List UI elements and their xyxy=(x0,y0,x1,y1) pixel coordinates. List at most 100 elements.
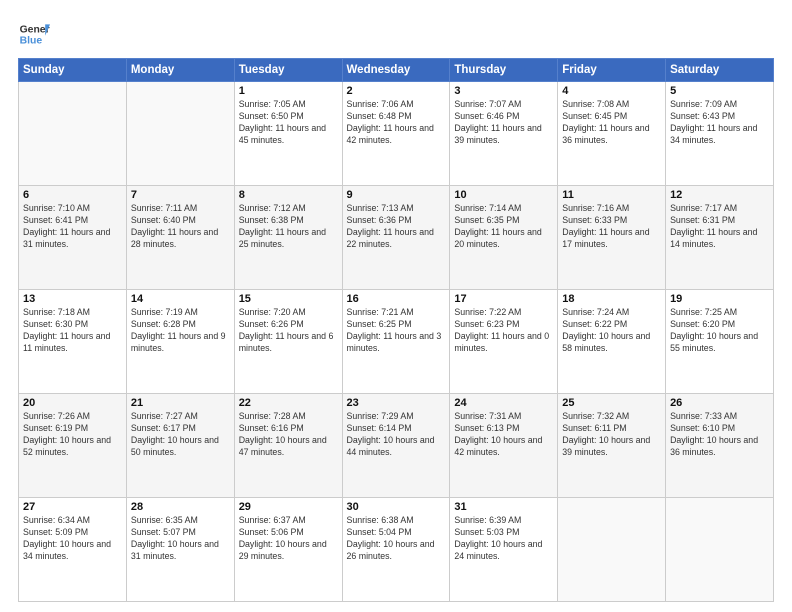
cell-info: Sunrise: 7:24 AM Sunset: 6:22 PM Dayligh… xyxy=(562,307,661,355)
calendar-cell: 16Sunrise: 7:21 AM Sunset: 6:25 PM Dayli… xyxy=(342,290,450,394)
day-number: 24 xyxy=(454,397,553,409)
calendar-cell: 30 Sunrise: 6:38 AM Sunset: 5:04 PM Dayli… xyxy=(342,498,450,602)
cell-info: Sunrise: 7:26 AM Sunset: 6:19 PM Dayligh… xyxy=(23,411,122,459)
day-number: 8 xyxy=(239,189,338,201)
calendar-cell: 13Sunrise: 7:18 AM Sunset: 6:30 PM Dayli… xyxy=(19,290,127,394)
calendar-header-row: SundayMondayTuesdayWednesdayThursdayFrid… xyxy=(19,59,774,82)
cell-info: Sunrise: 7:32 AM Sunset: 6:11 PM Dayligh… xyxy=(562,411,661,459)
cell-info: Sunrise: 7:25 AM Sunset: 6:20 PM Dayligh… xyxy=(670,307,769,355)
day-number: 19 xyxy=(670,293,769,305)
day-number: 30 xyxy=(347,501,446,513)
cell-info: Sunrise: 7:16 AM Sunset: 6:33 PM Dayligh… xyxy=(562,203,661,251)
day-number: 17 xyxy=(454,293,553,305)
day-number: 10 xyxy=(454,189,553,201)
day-number: 11 xyxy=(562,189,661,201)
calendar-cell: 4Sunrise: 7:08 AM Sunset: 6:45 PM Daylig… xyxy=(558,82,666,186)
calendar-cell: 10 Sunrise: 7:14 AM Sunset: 6:35 PM Dayli… xyxy=(450,186,558,290)
cell-info: Sunrise: 7:29 AM Sunset: 6:14 PM Dayligh… xyxy=(347,411,446,459)
cell-info: Sunrise: 7:07 AM Sunset: 6:46 PM Dayligh… xyxy=(454,99,553,147)
logo: General Blue xyxy=(18,18,50,50)
cell-info: Sunrise: 7:19 AM Sunset: 6:28 PM Dayligh… xyxy=(131,307,230,355)
day-number: 25 xyxy=(562,397,661,409)
header: General Blue xyxy=(18,18,774,50)
calendar-cell: 20 Sunrise: 7:26 AM Sunset: 6:19 PM Dayli… xyxy=(19,394,127,498)
cell-info: Sunrise: 7:10 AM Sunset: 6:41 PM Dayligh… xyxy=(23,203,122,251)
cell-info: Sunrise: 6:39 AM Sunset: 5:03 PM Dayligh… xyxy=(454,515,553,563)
day-number: 21 xyxy=(131,397,230,409)
calendar-cell: 24Sunrise: 7:31 AM Sunset: 6:13 PM Dayli… xyxy=(450,394,558,498)
cell-info: Sunrise: 7:14 AM Sunset: 6:35 PM Dayligh… xyxy=(454,203,553,251)
cell-info: Sunrise: 6:34 AM Sunset: 5:09 PM Dayligh… xyxy=(23,515,122,563)
day-number: 1 xyxy=(239,85,338,97)
day-number: 27 xyxy=(23,501,122,513)
calendar-cell: 14 Sunrise: 7:19 AM Sunset: 6:28 PM Dayli… xyxy=(126,290,234,394)
day-number: 28 xyxy=(131,501,230,513)
calendar-cell: 26 Sunrise: 7:33 AM Sunset: 6:10 PM Dayli… xyxy=(666,394,774,498)
calendar-cell: 15 Sunrise: 7:20 AM Sunset: 6:26 PM Dayli… xyxy=(234,290,342,394)
day-number: 7 xyxy=(131,189,230,201)
day-header-saturday: Saturday xyxy=(666,59,774,82)
cell-info: Sunrise: 7:27 AM Sunset: 6:17 PM Dayligh… xyxy=(131,411,230,459)
calendar-cell: 9Sunrise: 7:13 AM Sunset: 6:36 PM Daylig… xyxy=(342,186,450,290)
cell-info: Sunrise: 7:06 AM Sunset: 6:48 PM Dayligh… xyxy=(347,99,446,147)
day-number: 3 xyxy=(454,85,553,97)
cell-info: Sunrise: 7:12 AM Sunset: 6:38 PM Dayligh… xyxy=(239,203,338,251)
calendar-cell: 8 Sunrise: 7:12 AM Sunset: 6:38 PM Daylig… xyxy=(234,186,342,290)
calendar-cell: 3 Sunrise: 7:07 AM Sunset: 6:46 PM Daylig… xyxy=(450,82,558,186)
day-header-friday: Friday xyxy=(558,59,666,82)
cell-info: Sunrise: 7:09 AM Sunset: 6:43 PM Dayligh… xyxy=(670,99,769,147)
day-number: 14 xyxy=(131,293,230,305)
day-header-thursday: Thursday xyxy=(450,59,558,82)
svg-text:Blue: Blue xyxy=(20,36,43,47)
calendar-cell: 23 Sunrise: 7:29 AM Sunset: 6:14 PM Dayli… xyxy=(342,394,450,498)
calendar-cell: 5 Sunrise: 7:09 AM Sunset: 6:43 PM Daylig… xyxy=(666,82,774,186)
calendar-cell: 21 Sunrise: 7:27 AM Sunset: 6:17 PM Dayli… xyxy=(126,394,234,498)
logo-icon: General Blue xyxy=(18,18,50,50)
calendar-cell: 11 Sunrise: 7:16 AM Sunset: 6:33 PM Dayli… xyxy=(558,186,666,290)
calendar-cell: 29Sunrise: 6:37 AM Sunset: 5:06 PM Dayli… xyxy=(234,498,342,602)
calendar-cell: 1Sunrise: 7:05 AM Sunset: 6:50 PM Daylig… xyxy=(234,82,342,186)
cell-info: Sunrise: 7:33 AM Sunset: 6:10 PM Dayligh… xyxy=(670,411,769,459)
cell-info: Sunrise: 7:13 AM Sunset: 6:36 PM Dayligh… xyxy=(347,203,446,251)
calendar-cell: 7 Sunrise: 7:11 AM Sunset: 6:40 PM Daylig… xyxy=(126,186,234,290)
calendar-week-2: 6 Sunrise: 7:10 AM Sunset: 6:41 PM Daylig… xyxy=(19,186,774,290)
day-header-wednesday: Wednesday xyxy=(342,59,450,82)
cell-info: Sunrise: 7:11 AM Sunset: 6:40 PM Dayligh… xyxy=(131,203,230,251)
day-number: 5 xyxy=(670,85,769,97)
day-header-tuesday: Tuesday xyxy=(234,59,342,82)
calendar-cell xyxy=(19,82,127,186)
calendar-cell: 2Sunrise: 7:06 AM Sunset: 6:48 PM Daylig… xyxy=(342,82,450,186)
calendar-cell: 25 Sunrise: 7:32 AM Sunset: 6:11 PM Dayli… xyxy=(558,394,666,498)
day-number: 26 xyxy=(670,397,769,409)
cell-info: Sunrise: 7:17 AM Sunset: 6:31 PM Dayligh… xyxy=(670,203,769,251)
calendar-week-1: 1Sunrise: 7:05 AM Sunset: 6:50 PM Daylig… xyxy=(19,82,774,186)
day-number: 15 xyxy=(239,293,338,305)
day-number: 6 xyxy=(23,189,122,201)
calendar-week-5: 27 Sunrise: 6:34 AM Sunset: 5:09 PM Dayli… xyxy=(19,498,774,602)
calendar-week-4: 20 Sunrise: 7:26 AM Sunset: 6:19 PM Dayli… xyxy=(19,394,774,498)
cell-info: Sunrise: 6:35 AM Sunset: 5:07 PM Dayligh… xyxy=(131,515,230,563)
calendar-cell: 27 Sunrise: 6:34 AM Sunset: 5:09 PM Dayli… xyxy=(19,498,127,602)
calendar-week-3: 13Sunrise: 7:18 AM Sunset: 6:30 PM Dayli… xyxy=(19,290,774,394)
calendar-cell xyxy=(126,82,234,186)
day-number: 31 xyxy=(454,501,553,513)
calendar-cell: 18Sunrise: 7:24 AM Sunset: 6:22 PM Dayli… xyxy=(558,290,666,394)
cell-info: Sunrise: 7:22 AM Sunset: 6:23 PM Dayligh… xyxy=(454,307,553,355)
cell-info: Sunrise: 6:37 AM Sunset: 5:06 PM Dayligh… xyxy=(239,515,338,563)
calendar-cell: 17 Sunrise: 7:22 AM Sunset: 6:23 PM Dayli… xyxy=(450,290,558,394)
day-number: 23 xyxy=(347,397,446,409)
calendar-cell: 22Sunrise: 7:28 AM Sunset: 6:16 PM Dayli… xyxy=(234,394,342,498)
calendar-table: SundayMondayTuesdayWednesdayThursdayFrid… xyxy=(18,58,774,602)
cell-info: Sunrise: 7:20 AM Sunset: 6:26 PM Dayligh… xyxy=(239,307,338,355)
calendar-cell: 19 Sunrise: 7:25 AM Sunset: 6:20 PM Dayli… xyxy=(666,290,774,394)
cell-info: Sunrise: 7:18 AM Sunset: 6:30 PM Dayligh… xyxy=(23,307,122,355)
day-number: 20 xyxy=(23,397,122,409)
calendar-cell xyxy=(558,498,666,602)
day-header-monday: Monday xyxy=(126,59,234,82)
cell-info: Sunrise: 7:28 AM Sunset: 6:16 PM Dayligh… xyxy=(239,411,338,459)
cell-info: Sunrise: 7:08 AM Sunset: 6:45 PM Dayligh… xyxy=(562,99,661,147)
day-header-sunday: Sunday xyxy=(19,59,127,82)
calendar-page: General Blue SundayMondayTuesdayWednesda… xyxy=(0,0,792,612)
calendar-cell: 28 Sunrise: 6:35 AM Sunset: 5:07 PM Dayli… xyxy=(126,498,234,602)
cell-info: Sunrise: 6:38 AM Sunset: 5:04 PM Dayligh… xyxy=(347,515,446,563)
